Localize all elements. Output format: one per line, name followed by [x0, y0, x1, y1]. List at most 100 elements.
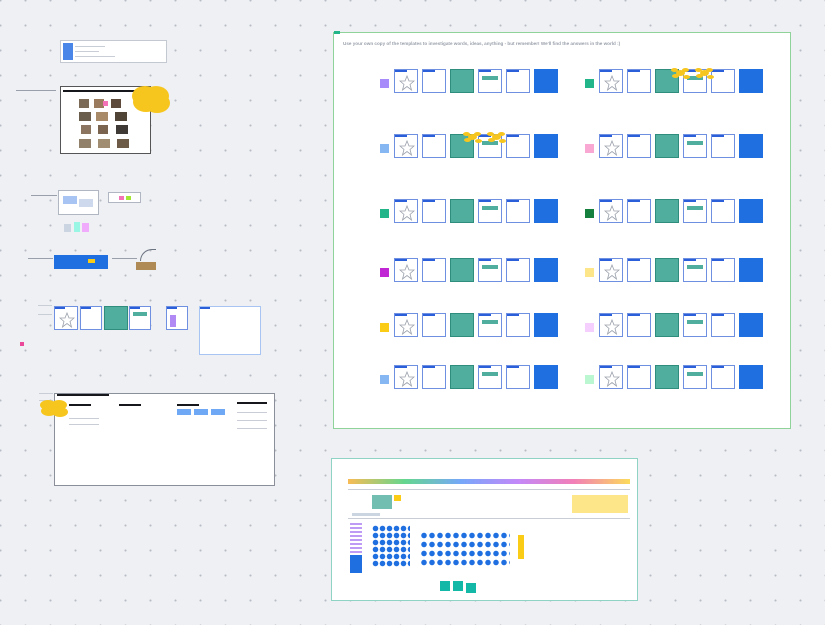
left-template-card-blue[interactable]	[534, 313, 558, 337]
left-template-card-teal[interactable]	[450, 199, 474, 223]
right-template-card-teal[interactable]	[655, 134, 679, 158]
left-template-card[interactable]	[506, 365, 530, 389]
left-template-card[interactable]	[478, 365, 502, 389]
blue-button[interactable]	[211, 409, 225, 415]
left-template-card[interactable]	[506, 199, 530, 223]
right-template-card-teal[interactable]	[655, 313, 679, 337]
template-card[interactable]	[80, 306, 102, 330]
left-template-card[interactable]	[478, 199, 502, 223]
blue-banner-card[interactable]	[54, 255, 108, 269]
left-template-card[interactable]	[422, 69, 446, 93]
right-template-card-blue[interactable]	[739, 69, 763, 93]
right-template-card[interactable]	[711, 365, 735, 389]
right-template-card-blue[interactable]	[739, 199, 763, 223]
template-card-teal[interactable]	[104, 306, 128, 330]
right-template-card[interactable]	[683, 365, 707, 389]
right-template-card[interactable]	[683, 258, 707, 282]
right-template-card[interactable]	[599, 313, 623, 337]
teal-card	[453, 581, 463, 591]
tiny-frame[interactable]	[108, 192, 141, 203]
blue-button[interactable]	[177, 409, 191, 415]
photo-thumb	[111, 99, 121, 108]
template-card-list[interactable]	[166, 306, 188, 330]
left-template-card[interactable]	[478, 258, 502, 282]
left-template-card-teal[interactable]	[450, 69, 474, 93]
left-template-card[interactable]	[422, 313, 446, 337]
left-template-card[interactable]	[422, 365, 446, 389]
right-template-card[interactable]	[599, 69, 623, 93]
star-icon	[604, 205, 620, 221]
blue-button[interactable]	[194, 409, 208, 415]
left-template-card[interactable]	[506, 69, 530, 93]
left-template-card-blue[interactable]	[534, 258, 558, 282]
left-template-card[interactable]	[394, 134, 418, 158]
right-template-card-teal[interactable]	[655, 199, 679, 223]
left-template-card[interactable]	[506, 134, 530, 158]
research-frame[interactable]	[331, 458, 638, 601]
left-template-card[interactable]	[506, 258, 530, 282]
right-template-card[interactable]	[627, 258, 651, 282]
right-template-card[interactable]	[711, 69, 735, 93]
right-template-card[interactable]	[627, 134, 651, 158]
list-line	[75, 46, 105, 47]
right-template-card-teal[interactable]	[655, 365, 679, 389]
photo-thumb	[79, 139, 91, 148]
right-template-card[interactable]	[683, 199, 707, 223]
right-template-card[interactable]	[627, 313, 651, 337]
star-icon	[399, 371, 415, 387]
left-template-card[interactable]	[394, 69, 418, 93]
left-template-card[interactable]	[478, 313, 502, 337]
left-row-marker	[380, 79, 389, 88]
right-template-card[interactable]	[599, 199, 623, 223]
right-template-card-blue[interactable]	[739, 313, 763, 337]
right-template-card-blue[interactable]	[739, 134, 763, 158]
right-template-card[interactable]	[627, 199, 651, 223]
diagram-node	[79, 199, 93, 207]
workshop-frame[interactable]	[54, 393, 275, 486]
left-template-card[interactable]	[394, 258, 418, 282]
left-template-card-blue[interactable]	[534, 199, 558, 223]
right-template-card-blue[interactable]	[739, 258, 763, 282]
right-template-card[interactable]	[711, 199, 735, 223]
star-icon	[59, 312, 75, 328]
template-card-star[interactable]	[54, 306, 78, 330]
right-template-card[interactable]	[711, 134, 735, 158]
row-divider	[237, 420, 267, 421]
right-template-card[interactable]	[711, 313, 735, 337]
left-template-card[interactable]	[422, 199, 446, 223]
left-template-card-teal[interactable]	[450, 258, 474, 282]
row-divider	[348, 518, 630, 519]
photo-thumb	[98, 125, 108, 134]
right-template-card[interactable]	[627, 365, 651, 389]
right-template-card[interactable]	[683, 313, 707, 337]
row-divider	[237, 428, 267, 429]
left-template-card[interactable]	[394, 365, 418, 389]
left-template-card[interactable]	[394, 199, 418, 223]
left-template-card-teal[interactable]	[450, 365, 474, 389]
right-template-card[interactable]	[711, 258, 735, 282]
left-template-card[interactable]	[506, 313, 530, 337]
left-template-card-blue[interactable]	[534, 365, 558, 389]
right-template-card[interactable]	[683, 134, 707, 158]
left-template-card[interactable]	[394, 313, 418, 337]
left-template-card[interactable]	[478, 69, 502, 93]
text-block	[38, 305, 52, 315]
right-template-card-blue[interactable]	[739, 365, 763, 389]
left-template-card[interactable]	[422, 134, 446, 158]
left-template-card[interactable]	[422, 258, 446, 282]
small-list-frame[interactable]	[60, 40, 167, 63]
left-template-card-blue[interactable]	[534, 69, 558, 93]
right-template-card-teal[interactable]	[655, 258, 679, 282]
row-divider	[69, 424, 99, 425]
diagram-frame[interactable]	[58, 190, 99, 215]
left-template-card-teal[interactable]	[450, 313, 474, 337]
right-template-card[interactable]	[627, 69, 651, 93]
right-template-card[interactable]	[599, 258, 623, 282]
template-card-wide[interactable]	[199, 306, 261, 355]
right-template-card[interactable]	[599, 365, 623, 389]
right-template-card[interactable]	[599, 134, 623, 158]
left-template-card-blue[interactable]	[534, 134, 558, 158]
section-title	[69, 404, 91, 406]
photo-thumb	[116, 125, 128, 134]
template-card[interactable]	[129, 306, 151, 330]
